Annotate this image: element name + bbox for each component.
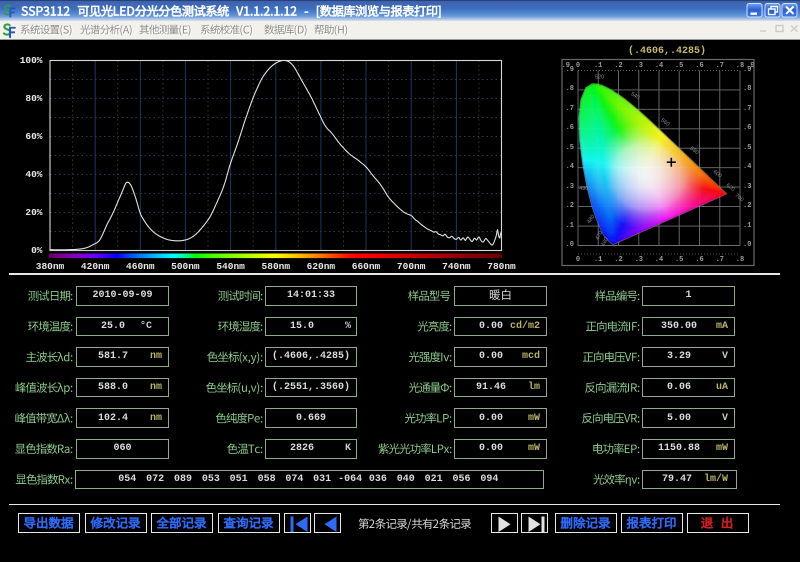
svg-text:600: 600 — [712, 169, 723, 180]
svg-text:490: 490 — [579, 186, 588, 192]
svg-text:620: 620 — [725, 182, 736, 193]
svg-text:520: 520 — [595, 74, 604, 80]
svg-text:700: 700 — [734, 193, 745, 204]
svg-text:580: 580 — [689, 146, 700, 156]
svg-text:560: 560 — [659, 118, 670, 128]
